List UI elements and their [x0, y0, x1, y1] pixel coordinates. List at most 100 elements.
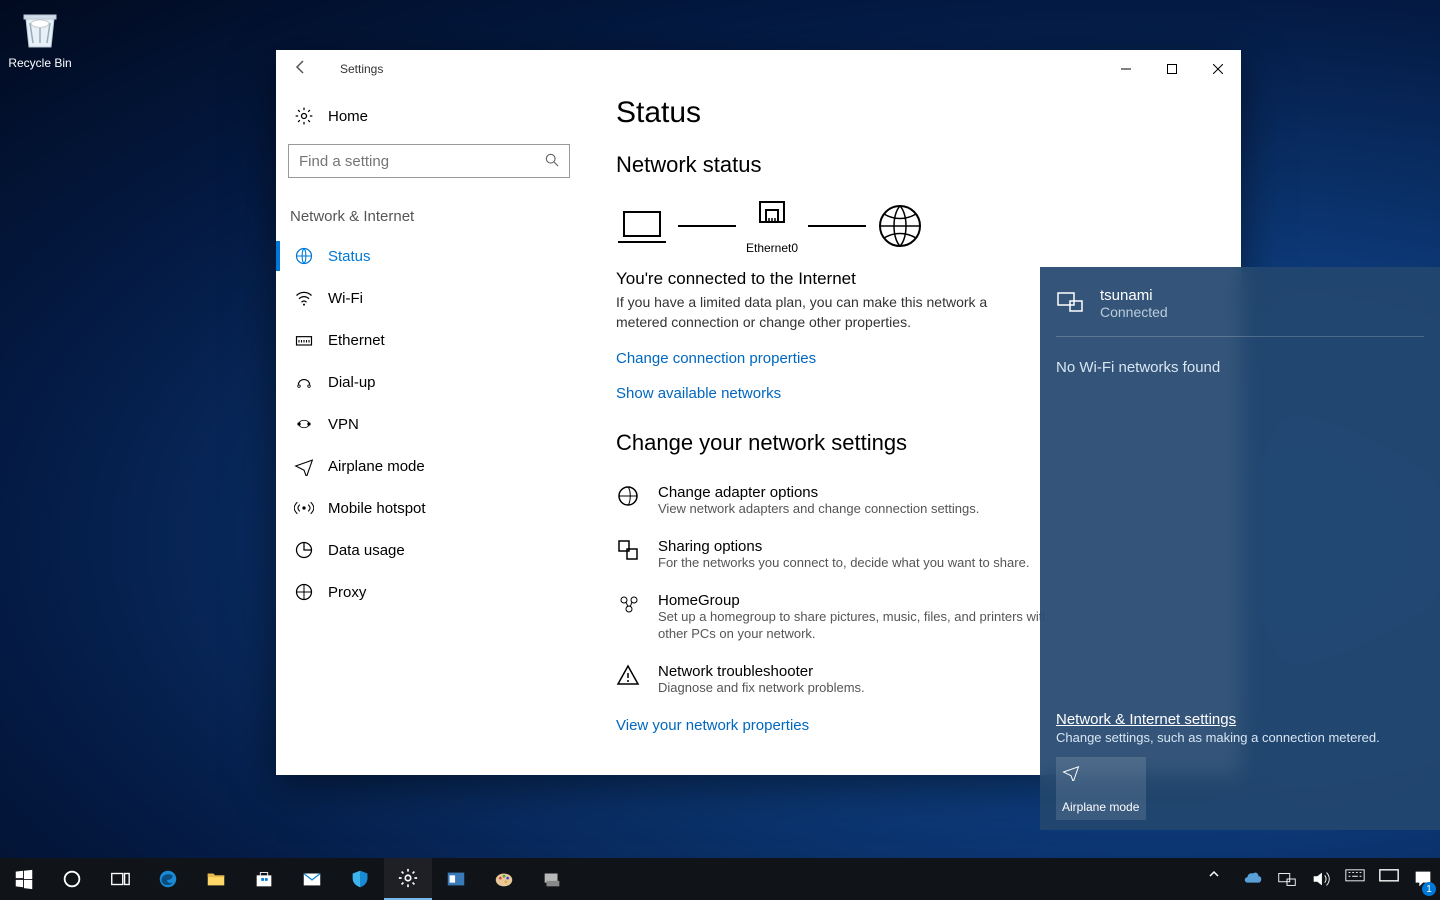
store-icon	[253, 868, 275, 890]
sidebar-item-label: Status	[328, 248, 371, 265]
ethernet-icon	[294, 330, 314, 350]
flyout-settings-sub: Change settings, such as making a connec…	[1056, 730, 1424, 745]
setting-desc: View network adapters and change connect…	[658, 501, 979, 518]
airplane-icon	[294, 456, 314, 476]
sidebar-home[interactable]: Home	[288, 96, 574, 144]
tray-touchkeyboard[interactable]	[1372, 858, 1406, 900]
start-button[interactable]	[0, 858, 48, 900]
close-button[interactable]	[1195, 50, 1241, 88]
minimize-icon	[1121, 64, 1131, 74]
sidebar-item-label: Mobile hotspot	[328, 500, 426, 517]
globe-icon	[294, 246, 314, 266]
homegroup-icon	[616, 592, 642, 618]
network-flyout: tsunami Connected No Wi-Fi networks foun…	[1040, 267, 1440, 830]
tray-onedrive[interactable]	[1236, 858, 1270, 900]
chevron-up-icon	[1208, 868, 1230, 890]
tray-overflow[interactable]	[1202, 858, 1236, 900]
back-button[interactable]	[286, 59, 316, 80]
sidebar-item-label: Airplane mode	[328, 458, 425, 475]
network-state: Connected	[1100, 304, 1168, 320]
sidebar-item-datausage[interactable]: Data usage	[288, 529, 574, 571]
sidebar-item-dialup[interactable]: Dial-up	[288, 361, 574, 403]
maximize-button[interactable]	[1149, 50, 1195, 88]
touchkeyboard-icon	[1378, 868, 1400, 890]
adapter-options-icon	[616, 484, 642, 510]
volume-icon	[1310, 868, 1332, 890]
gear-icon	[294, 106, 314, 126]
sidebar-item-ethernet[interactable]: Ethernet	[288, 319, 574, 361]
network-entry[interactable]: tsunami Connected	[1056, 281, 1424, 337]
minimize-button[interactable]	[1103, 50, 1149, 88]
vpn-icon	[294, 414, 314, 434]
gear-icon	[397, 867, 419, 889]
cortana-button[interactable]	[48, 858, 96, 900]
keyboard-icon	[1344, 868, 1366, 890]
setting-title: Network troubleshooter	[658, 663, 865, 680]
taskbar-app-1[interactable]	[432, 858, 480, 900]
cloud-icon	[1242, 868, 1264, 890]
taskbar-explorer[interactable]	[192, 858, 240, 900]
troubleshoot-icon	[616, 663, 642, 689]
wifi-icon	[294, 288, 314, 308]
windows-icon	[13, 868, 35, 890]
sidebar-item-airplane[interactable]: Airplane mode	[288, 445, 574, 487]
proxy-icon	[294, 582, 314, 602]
taskbar-app-2[interactable]	[528, 858, 576, 900]
taskbar-store[interactable]	[240, 858, 288, 900]
taskbar-edge[interactable]	[144, 858, 192, 900]
app-icon	[445, 868, 467, 890]
tray-input[interactable]	[1338, 858, 1372, 900]
shield-icon	[349, 868, 371, 890]
desktop-icon-label: Recycle Bin	[5, 56, 75, 70]
taskbar-settings[interactable]	[384, 858, 432, 900]
tray-network[interactable]	[1270, 858, 1304, 900]
close-icon	[1213, 64, 1223, 74]
system-tray: 1	[1202, 858, 1440, 900]
flyout-airplane-tile[interactable]: Airplane mode	[1056, 757, 1146, 820]
setting-desc: Diagnose and fix network problems.	[658, 680, 865, 697]
edge-icon	[157, 868, 179, 890]
sidebar-item-label: VPN	[328, 416, 359, 433]
setting-title: Sharing options	[658, 538, 1029, 555]
taskbar-paint[interactable]	[480, 858, 528, 900]
tray-volume[interactable]	[1304, 858, 1338, 900]
adapter-icon	[754, 196, 790, 232]
recycle-bin-icon	[16, 5, 64, 53]
paint-icon	[493, 868, 515, 890]
network-name: tsunami	[1100, 287, 1168, 304]
sidebar-item-status[interactable]: Status	[288, 235, 574, 277]
tray-action-center[interactable]: 1	[1406, 858, 1440, 900]
ethernet-connected-icon	[1056, 287, 1084, 315]
desktop-icon-recycle-bin[interactable]: Recycle Bin	[5, 5, 75, 70]
cortana-icon	[61, 868, 83, 890]
sidebar: Home Network & Internet Status Wi-Fi Eth…	[276, 88, 586, 775]
sidebar-item-label: Wi-Fi	[328, 290, 363, 307]
maximize-icon	[1167, 64, 1177, 74]
network-icon	[1276, 868, 1298, 890]
setting-desc: For the networks you connect to, decide …	[658, 555, 1029, 572]
network-diagram: Ethernet0	[616, 196, 1211, 255]
sidebar-section-header: Network & Internet	[290, 208, 574, 225]
mail-icon	[301, 868, 323, 890]
taskbar-mail[interactable]	[288, 858, 336, 900]
device-icon	[541, 868, 563, 890]
sidebar-item-vpn[interactable]: VPN	[288, 403, 574, 445]
datausage-icon	[294, 540, 314, 560]
adapter-label: Ethernet0	[746, 241, 798, 255]
internet-globe-icon	[876, 202, 924, 250]
flyout-airplane-label: Airplane mode	[1062, 800, 1140, 814]
notification-badge: 1	[1422, 882, 1436, 896]
task-view-button[interactable]	[96, 858, 144, 900]
sidebar-item-label: Data usage	[328, 542, 405, 559]
taskbar: 1	[0, 858, 1440, 900]
sidebar-item-label: Dial-up	[328, 374, 376, 391]
sidebar-item-wifi[interactable]: Wi-Fi	[288, 277, 574, 319]
search-input[interactable]	[299, 153, 545, 170]
setting-title: Change adapter options	[658, 484, 979, 501]
search-box[interactable]	[288, 144, 570, 178]
flyout-settings-link[interactable]: Network & Internet settings	[1056, 711, 1424, 728]
sidebar-item-hotspot[interactable]: Mobile hotspot	[288, 487, 574, 529]
sidebar-item-proxy[interactable]: Proxy	[288, 571, 574, 613]
taskbar-security[interactable]	[336, 858, 384, 900]
hotspot-icon	[294, 498, 314, 518]
